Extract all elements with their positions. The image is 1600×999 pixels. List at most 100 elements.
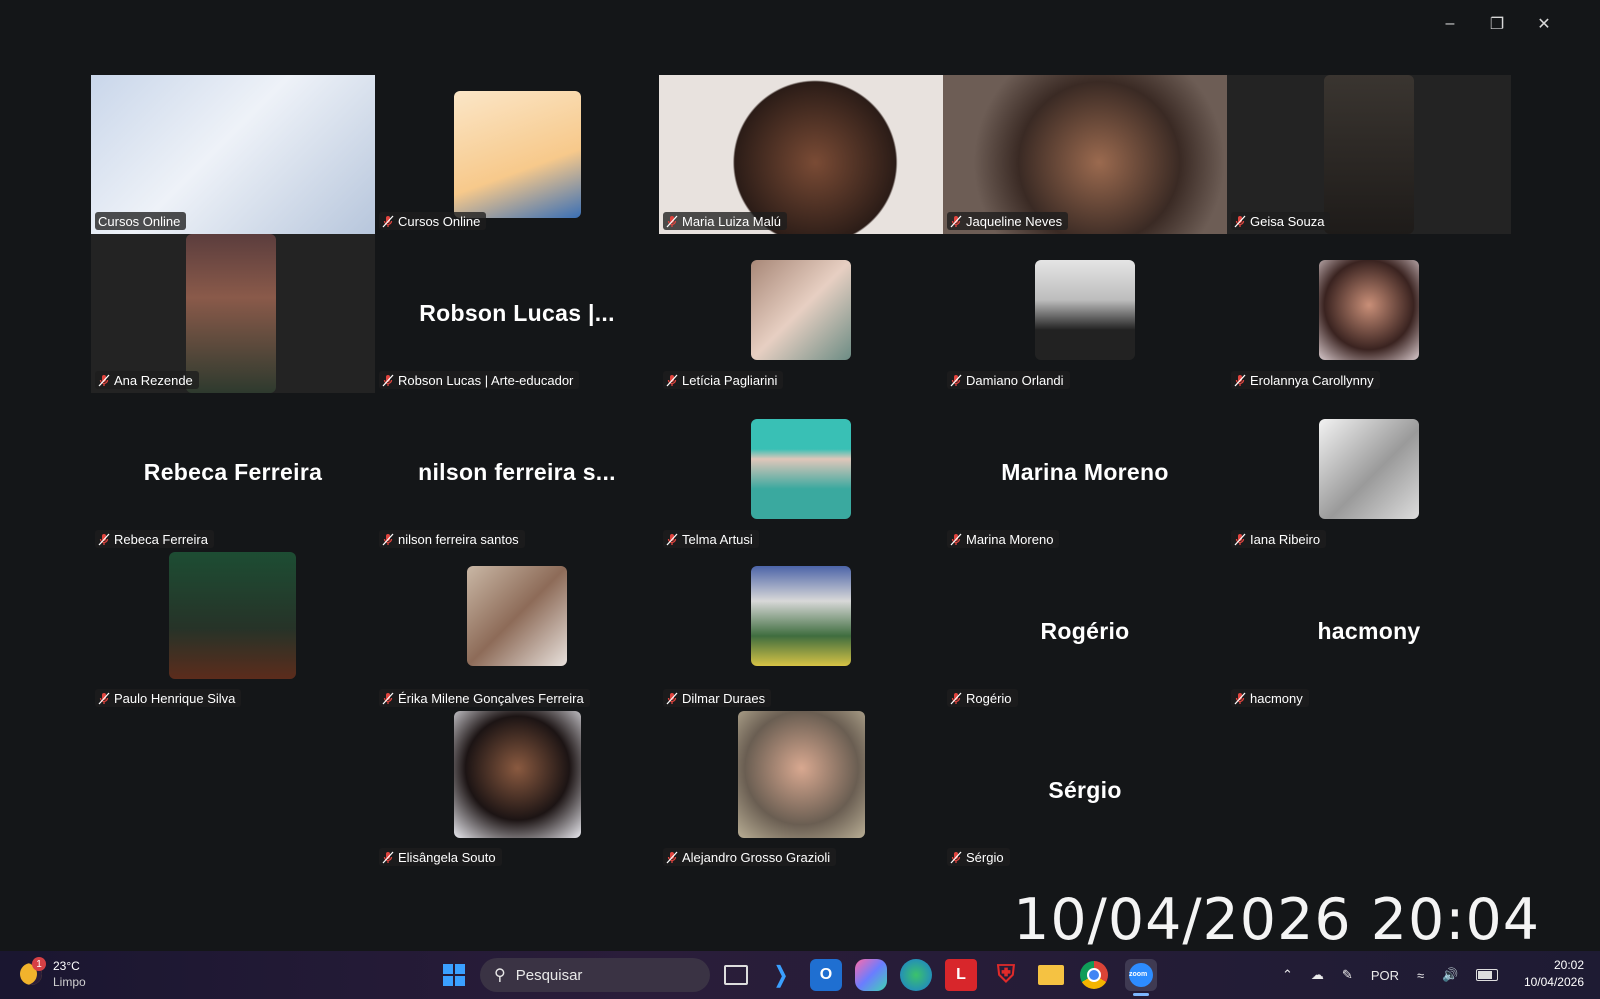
- participant-tile[interactable]: Paulo Henrique Silva: [91, 552, 375, 711]
- timestamp-overlay: 10/04/2026 20:04: [1013, 887, 1540, 953]
- participant-tile[interactable]: Erolannya Carollynny: [1227, 234, 1511, 393]
- volume-icon[interactable]: 🔊: [1442, 967, 1458, 983]
- minimize-button[interactable]: –: [1438, 12, 1462, 36]
- participant-tile[interactable]: nilson ferreira s... nilson ferreira sant…: [375, 393, 659, 552]
- participant-name: Sérgio: [966, 849, 1004, 865]
- participant-name-label: Damiano Orlandi: [947, 371, 1070, 389]
- zoom-icon[interactable]: zoom: [1125, 959, 1157, 991]
- participant-name-placeholder: Marina Moreno: [1001, 459, 1169, 485]
- restore-button[interactable]: ❐: [1485, 12, 1509, 36]
- onedrive-icon[interactable]: ☁: [1311, 967, 1324, 983]
- participant-tile[interactable]: hacmony hacmony: [1227, 552, 1511, 711]
- participant-name-label: Sérgio: [947, 848, 1010, 866]
- language-indicator[interactable]: POR: [1371, 968, 1399, 983]
- clock[interactable]: 20:02 10/04/2026: [1524, 957, 1584, 991]
- participant-tile[interactable]: Dilmar Duraes: [659, 552, 943, 711]
- chrome-icon[interactable]: [1080, 961, 1108, 989]
- mic-muted-icon: [666, 215, 678, 227]
- task-view-icon[interactable]: [720, 959, 752, 991]
- vscode-icon[interactable]: ❭: [765, 959, 797, 991]
- participant-tile[interactable]: Érika Milene Gonçalves Ferreira: [375, 552, 659, 711]
- chevron-up-icon[interactable]: ⌃: [1282, 967, 1293, 983]
- participant-tile[interactable]: Marina Moreno Marina Moreno: [943, 393, 1227, 552]
- clock-time: 20:02: [1553, 958, 1584, 972]
- participant-avatar: [751, 419, 851, 519]
- participant-name: Elisângela Souto: [398, 849, 496, 865]
- file-explorer-icon[interactable]: [1035, 959, 1067, 991]
- participant-avatar: [169, 552, 296, 679]
- participant-tile[interactable]: Geisa Souza: [1227, 75, 1511, 234]
- participant-tile[interactable]: Damiano Orlandi: [943, 234, 1227, 393]
- participant-avatar: [454, 91, 581, 218]
- participant-name: Letícia Pagliarini: [682, 372, 778, 388]
- participant-name: Telma Artusi: [682, 531, 753, 547]
- windows-start-icon[interactable]: [438, 959, 470, 991]
- battery-icon[interactable]: [1476, 969, 1499, 981]
- participant-tile[interactable]: Maria Luiza Malú: [659, 75, 943, 234]
- copilot-icon[interactable]: [855, 959, 887, 991]
- mic-muted-icon: [666, 692, 678, 704]
- participant-video: [1324, 75, 1414, 234]
- participant-tile[interactable]: Jaqueline Neves: [943, 75, 1227, 234]
- participant-name: Ana Rezende: [114, 372, 193, 388]
- participant-name-label: Ana Rezende: [95, 371, 199, 389]
- wifi-icon[interactable]: ≈: [1417, 968, 1424, 983]
- participant-tile[interactable]: Rogério Rogério: [943, 552, 1227, 711]
- participant-tile[interactable]: Alejandro Grosso Grazioli: [659, 711, 943, 870]
- mic-muted-icon: [950, 533, 962, 545]
- mic-muted-icon: [666, 851, 678, 863]
- participant-name-label: Robson Lucas | Arte-educador: [379, 371, 580, 389]
- weather-temp: 23°C: [53, 959, 80, 973]
- participant-name: Jaqueline Neves: [966, 213, 1063, 229]
- participant-tile[interactable]: Rebeca Ferreira Rebeca Ferreira: [91, 393, 375, 552]
- mic-muted-icon: [382, 215, 394, 227]
- mic-muted-icon: [382, 851, 394, 863]
- taskbar: 1 23°C Limpo ⚲ Pesquisar ❭ O L ⛨ zoom ⌃ …: [0, 951, 1600, 999]
- participant-tile[interactable]: Cursos Online: [375, 75, 659, 234]
- participant-name: hacmony: [1250, 690, 1303, 706]
- participant-name-label: Marina Moreno: [947, 530, 1060, 548]
- participant-tile[interactable]: Robson Lucas |... Robson Lucas | Arte-edu…: [375, 234, 659, 393]
- participant-tile[interactable]: Sérgio Sérgio: [943, 711, 1227, 870]
- mcafee-icon[interactable]: ⛨: [990, 959, 1022, 991]
- participant-avatar: [751, 566, 851, 666]
- participant-name-label: Geisa Souza: [1231, 212, 1331, 230]
- participant-tile[interactable]: Cursos Online: [91, 75, 375, 234]
- participant-avatar: [738, 711, 865, 838]
- search-box[interactable]: ⚲ Pesquisar: [480, 958, 710, 992]
- mic-muted-icon: [1234, 215, 1246, 227]
- app-l-icon[interactable]: L: [945, 959, 977, 991]
- participant-tile[interactable]: Elisângela Souto: [375, 711, 659, 870]
- participant-name-label: hacmony: [1231, 689, 1309, 707]
- participant-name-label: Letícia Pagliarini: [663, 371, 784, 389]
- participant-name-label: Elisângela Souto: [379, 848, 502, 866]
- participant-tile[interactable]: Ana Rezende: [91, 234, 375, 393]
- mic-muted-icon: [98, 533, 110, 545]
- close-button[interactable]: ✕: [1532, 12, 1556, 36]
- participant-avatar: [751, 260, 851, 360]
- search-icon: ⚲: [494, 967, 506, 984]
- participant-tile[interactable]: Telma Artusi: [659, 393, 943, 552]
- weather-widget[interactable]: 1 23°C Limpo: [20, 957, 100, 993]
- participant-name-label: Jaqueline Neves: [947, 212, 1069, 230]
- participant-name-label: Cursos Online: [95, 212, 187, 230]
- mic-muted-icon: [1234, 374, 1246, 386]
- participant-name: Damiano Orlandi: [966, 372, 1064, 388]
- participant-name: Paulo Henrique Silva: [114, 690, 236, 706]
- edge-icon[interactable]: [900, 959, 932, 991]
- participant-name-label: Telma Artusi: [663, 530, 759, 548]
- mic-muted-icon: [1234, 692, 1246, 704]
- participant-name-placeholder: Sérgio: [1048, 777, 1122, 803]
- outlook-icon[interactable]: O: [810, 959, 842, 991]
- participant-tile[interactable]: Iana Ribeiro: [1227, 393, 1511, 552]
- participant-name: Geisa Souza: [1250, 213, 1325, 229]
- participant-tile[interactable]: Letícia Pagliarini: [659, 234, 943, 393]
- participant-name-placeholder: Robson Lucas |...: [419, 300, 615, 326]
- participant-name: Rogério: [966, 690, 1012, 706]
- participant-name: Erolannya Carollynny: [1250, 372, 1374, 388]
- participant-name: Robson Lucas | Arte-educador: [398, 372, 574, 388]
- pen-icon[interactable]: ✎: [1342, 967, 1353, 983]
- participant-video: [91, 75, 375, 234]
- participant-name-label: Cursos Online: [379, 212, 487, 230]
- mic-muted-icon: [1234, 533, 1246, 545]
